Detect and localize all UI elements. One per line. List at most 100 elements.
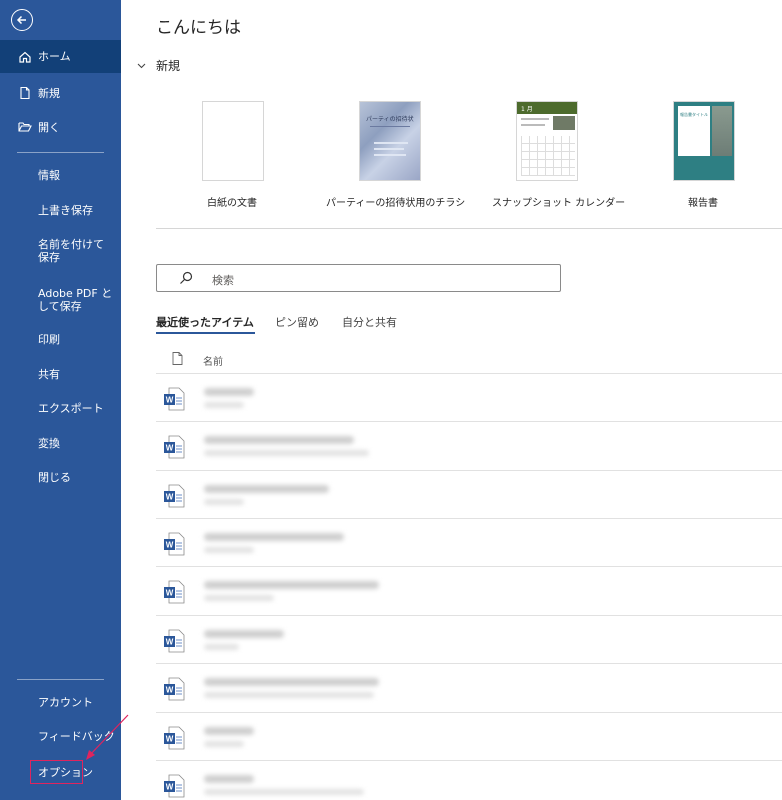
svg-text:W: W: [166, 396, 174, 405]
back-button[interactable]: [11, 9, 33, 31]
blurred-file-name: [204, 436, 354, 444]
file-list-row[interactable]: W: [156, 421, 782, 469]
svg-text:W: W: [166, 638, 174, 647]
template-report[interactable]: 報告書タイトル: [673, 101, 735, 181]
blurred-file-name: [204, 775, 254, 783]
template-thumb-title: パーティの招待状: [366, 116, 414, 123]
blurred-file-path: [204, 789, 364, 795]
file-list-row[interactable]: W: [156, 760, 782, 800]
template-label: 報告書: [688, 198, 718, 209]
svg-text:W: W: [166, 589, 174, 598]
svg-text:W: W: [166, 735, 174, 744]
template-party-flyer[interactable]: パーティの招待状: [359, 101, 421, 181]
active-tab-indicator: [156, 332, 255, 334]
file-list-row[interactable]: W: [156, 470, 782, 518]
word-document-icon: W: [164, 726, 185, 750]
blurred-file-path: [204, 692, 374, 698]
sidebar-divider: [17, 679, 104, 680]
sidebar-item-label: エクスポート: [38, 401, 104, 415]
sidebar-item-save[interactable]: 上書き保存: [0, 197, 121, 223]
sidebar-item-share[interactable]: 共有: [0, 361, 121, 387]
sidebar-item-close[interactable]: 閉じる: [0, 464, 121, 490]
sidebar-item-label: 新規: [38, 86, 60, 100]
word-document-icon: W: [164, 629, 185, 653]
svg-text:W: W: [166, 541, 174, 550]
blurred-file-name: [204, 581, 379, 589]
blurred-file-name: [204, 630, 284, 638]
sidebar-item-info[interactable]: 情報: [0, 162, 121, 188]
chevron-down-icon: [137, 63, 146, 69]
file-list-row[interactable]: W: [156, 663, 782, 711]
sidebar-item-label: 開く: [38, 120, 60, 134]
svg-text:W: W: [166, 444, 174, 453]
sidebar-item-label: 上書き保存: [38, 203, 93, 217]
template-label: パーティーの招待状用のチラシ: [326, 198, 466, 209]
sidebar-item-save-as-pdf[interactable]: Adobe PDF として保存: [0, 285, 121, 315]
svg-text:W: W: [166, 686, 174, 695]
file-list-row[interactable]: W: [156, 518, 782, 566]
word-document-icon: W: [164, 435, 185, 459]
word-document-icon: W: [164, 774, 185, 798]
template-thumbnail: 報告書タイトル: [673, 101, 735, 181]
sidebar-item-save-as[interactable]: 名前を付けて保存: [0, 236, 121, 266]
sidebar-item-label: アカウント: [38, 695, 93, 709]
template-thumbnail: [202, 101, 264, 181]
word-document-icon: W: [164, 677, 185, 701]
sidebar-item-print[interactable]: 印刷: [0, 326, 121, 352]
new-section-toggle[interactable]: 新規: [137, 57, 180, 74]
sidebar-item-home[interactable]: ホーム: [0, 40, 121, 73]
sidebar-item-export[interactable]: エクスポート: [0, 395, 121, 421]
template-thumbnail: パーティの招待状: [359, 101, 421, 181]
template-blank-document[interactable]: [202, 101, 264, 181]
file-list-row[interactable]: W: [156, 615, 782, 663]
tab-shared-with-me[interactable]: 自分と共有: [342, 314, 397, 330]
tab-pinned[interactable]: ピン留め: [275, 314, 319, 330]
sidebar-item-new[interactable]: 新規: [0, 80, 121, 106]
blurred-file-name: [204, 485, 329, 493]
svg-text:W: W: [166, 493, 174, 502]
blurred-file-path: [204, 547, 254, 553]
section-title: 新規: [156, 59, 181, 73]
sidebar-item-label: ホーム: [38, 50, 71, 63]
template-label: スナップショット カレンダー: [492, 198, 626, 209]
search-input[interactable]: 検索: [156, 264, 561, 292]
sidebar-item-label: Adobe PDF として保存: [38, 287, 113, 313]
folder-open-icon: [18, 120, 32, 134]
blurred-file-name: [204, 727, 254, 735]
blurred-file-name: [204, 678, 379, 686]
sidebar-divider: [17, 152, 104, 153]
blurred-file-path: [204, 644, 239, 650]
tab-recent[interactable]: 最近使ったアイテム: [156, 314, 254, 330]
file-list-row[interactable]: W: [156, 566, 782, 614]
blurred-file-path: [204, 499, 244, 505]
sidebar-item-open[interactable]: 開く: [0, 114, 121, 140]
file-list-row[interactable]: W: [156, 712, 782, 760]
word-document-icon: W: [164, 532, 185, 556]
section-divider: [156, 228, 782, 229]
annotation-arrow: [86, 714, 129, 760]
blurred-file-path: [204, 450, 369, 456]
blurred-file-name: [204, 533, 344, 541]
template-thumb-title: 報告書タイトル: [680, 112, 708, 117]
column-header-name: 名前: [203, 357, 223, 368]
blurred-file-name: [204, 388, 254, 396]
sidebar-item-label: 名前を付けて保存: [38, 238, 104, 264]
word-document-icon: W: [164, 484, 185, 508]
arrow-left-circle-icon: [16, 15, 26, 25]
file-list-row[interactable]: W: [156, 373, 782, 421]
page-title: こんにちは: [156, 18, 241, 38]
search-icon: [180, 271, 193, 284]
sidebar-item-label: 閉じる: [38, 470, 71, 484]
file-type-icon: [172, 352, 183, 365]
blurred-file-path: [204, 402, 244, 408]
template-thumb-title: 1 月: [521, 106, 533, 113]
backstage-sidebar: ホーム 新規 開く 情報 上書き保存 名前を付けて保存 Adobe PDF とし…: [0, 0, 121, 800]
svg-text:W: W: [166, 783, 174, 792]
sidebar-item-label: 変換: [38, 436, 60, 450]
template-snapshot-calendar[interactable]: 1 月: [516, 101, 578, 181]
word-document-icon: W: [164, 580, 185, 604]
sidebar-item-label: 印刷: [38, 332, 60, 346]
sidebar-item-transform[interactable]: 変換: [0, 430, 121, 456]
home-icon: [18, 50, 32, 64]
search-placeholder: 検索: [212, 274, 234, 287]
